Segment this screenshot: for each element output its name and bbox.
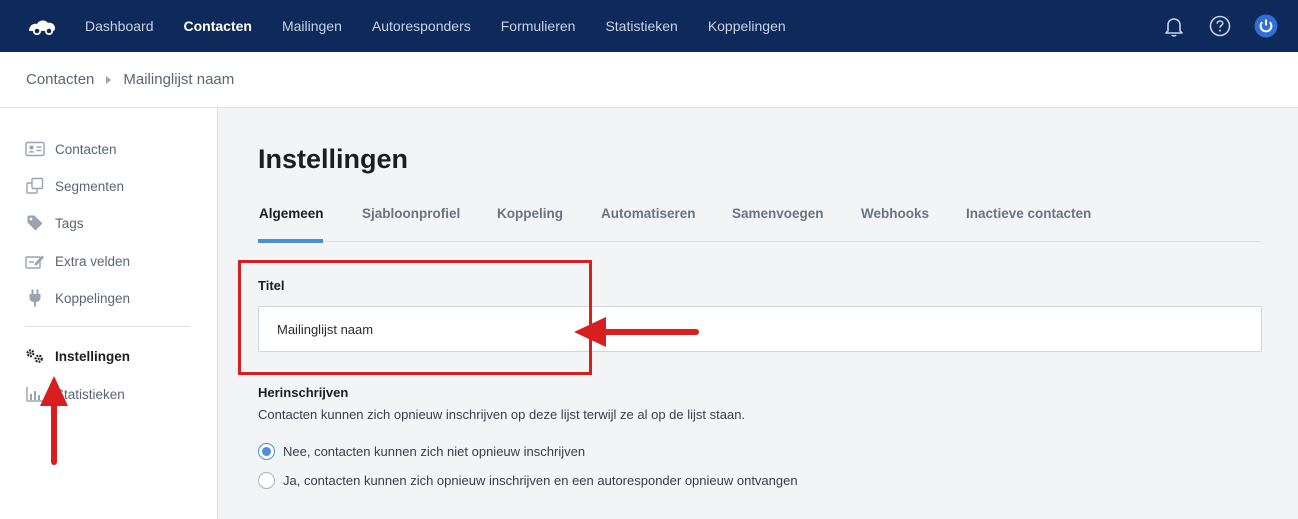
tab-inactieve-contacten[interactable]: Inactieve contacten [966,206,1091,221]
power-icon[interactable] [1254,14,1278,38]
nav-formulieren[interactable]: Formulieren [486,0,591,52]
sidebar-item-koppelingen[interactable]: Koppelingen [25,289,130,307]
top-navigation: Dashboard Contacten Mailingen Autorespon… [0,0,1298,52]
bell-icon[interactable] [1162,14,1186,38]
nav-autoresponders[interactable]: Autoresponders [357,0,486,52]
radio-label: Nee, contacten kunnen zich niet opnieuw … [283,444,586,459]
sidebar-item-label: Contacten [55,141,117,157]
tab-koppeling[interactable]: Koppeling [497,206,563,221]
tag-icon [25,214,45,232]
sidebar-item-label: Koppelingen [55,290,131,306]
tab-automatiseren[interactable]: Automatiseren [601,206,696,221]
segments-icon [25,177,45,195]
sidebar-item-contacten[interactable]: Contacten [25,140,117,158]
plug-icon [25,289,45,307]
nav-statistieken[interactable]: Statistieken [590,0,692,52]
sidebar-item-extra-velden[interactable]: Extra velden [25,252,130,270]
sidebar-item-label: Extra velden [55,253,131,269]
page-title: Instellingen [258,144,409,174]
gears-icon [25,347,45,365]
breadcrumb-current: Mailinglijst naam [123,71,235,88]
sidebar-divider [25,326,190,327]
sidebar-item-label: Segmenten [55,178,125,194]
sidebar-item-label: Tags [55,215,84,231]
breadcrumb-root[interactable]: Contacten [26,71,94,88]
tab-sjabloonprofiel[interactable]: Sjabloonprofiel [362,206,460,221]
edit-fields-icon [25,252,45,270]
contact-card-icon [25,140,45,158]
sidebar-item-label: Instellingen [55,348,131,364]
settings-tabs: Algemeen Sjabloonprofiel Koppeling Autom… [258,204,1262,243]
nav-contacten[interactable]: Contacten [169,0,267,52]
sidebar-item-segmenten[interactable]: Segmenten [25,177,124,195]
radio-label: Ja, contacten kunnen zich opnieuw inschr… [283,473,798,488]
nav-mailingen[interactable]: Mailingen [267,0,357,52]
annotation-highlight-box [238,260,592,375]
sidebar: Contacten Segmenten Tags Extra velden Ko… [0,108,218,519]
annotation-arrow-left-icon [574,317,699,347]
sidebar-item-instellingen[interactable]: Instellingen [25,347,130,365]
resubscribe-option-yes[interactable]: Ja, contacten kunnen zich opnieuw inschr… [258,472,798,489]
tab-algemeen[interactable]: Algemeen [259,206,324,221]
help-icon[interactable] [1208,14,1232,38]
resubscribe-label: Herinschrijven [258,385,349,400]
chevron-right-icon [106,75,112,84]
sidebar-item-tags[interactable]: Tags [25,214,84,232]
annotation-arrow-up-icon [40,376,68,465]
tab-webhooks[interactable]: Webhooks [861,206,929,221]
radio-button-checked[interactable] [258,443,275,460]
active-tab-indicator [258,239,323,243]
nav-dashboard[interactable]: Dashboard [70,0,169,52]
tab-samenvoegen[interactable]: Samenvoegen [732,206,824,221]
resubscribe-option-no[interactable]: Nee, contacten kunnen zich niet opnieuw … [258,443,585,460]
resubscribe-description: Contacten kunnen zich opnieuw inschrijve… [258,407,746,422]
radio-button[interactable] [258,472,275,489]
logo-icon[interactable] [27,16,57,36]
breadcrumb: Contacten Mailinglijst naam [0,52,1298,108]
nav-koppelingen[interactable]: Koppelingen [693,0,801,52]
